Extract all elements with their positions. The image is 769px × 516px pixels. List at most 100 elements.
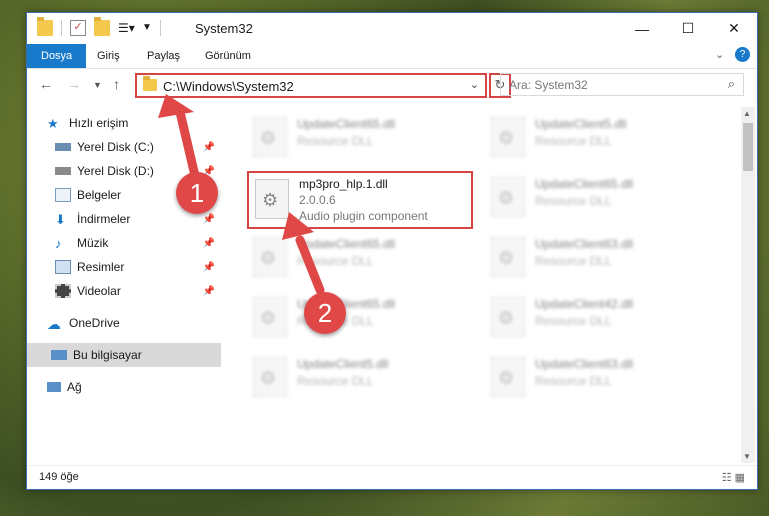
list-item-selected[interactable]: mp3pro_hlp.1.dll 2.0.0.6 Audio plugin co…: [247, 171, 473, 229]
network-icon: [47, 382, 61, 392]
file-description: Resource DLL: [535, 194, 612, 208]
pin-icon[interactable]: 📌: [203, 286, 215, 297]
file-description: Resource DLL: [297, 134, 374, 148]
nav-item-onedrive[interactable]: ☁ OneDrive: [47, 311, 241, 335]
list-item[interactable]: UpdateClient65.dll Resource DLL: [247, 111, 477, 167]
navigation-pane: ★ Hızlı erişim Yerel Disk (C:) 📌 Yerel D…: [27, 105, 221, 465]
drive-icon: [55, 167, 71, 175]
recent-locations-icon[interactable]: ▼: [93, 80, 102, 90]
file-name: UpdateClient63.dll: [535, 357, 634, 371]
dll-file-icon: [253, 237, 287, 277]
back-arrow-icon[interactable]: ←: [39, 76, 53, 92]
view-toggle-icons[interactable]: ☷ ▦: [722, 471, 745, 484]
star-icon: ★: [47, 116, 59, 131]
list-item[interactable]: UpdateClient65.dll Resource DLL: [247, 231, 477, 287]
pin-icon[interactable]: 📌: [203, 214, 215, 225]
tab-view[interactable]: Görünüm: [195, 44, 261, 68]
dll-file-icon: [491, 237, 525, 277]
search-placeholder: Ara: System32: [509, 78, 588, 92]
music-icon: ♪: [55, 236, 62, 251]
file-name: UpdateClient5.dll: [297, 357, 389, 371]
pin-icon[interactable]: 📌: [203, 142, 215, 153]
properties-icon[interactable]: ✓: [70, 20, 86, 36]
file-list: UpdateClient65.dll Resource DLL UpdateCl…: [227, 105, 737, 465]
folder-icon[interactable]: [37, 17, 53, 36]
download-icon: ⬇: [55, 212, 66, 227]
list-item[interactable]: UpdateClient42.dll Resource DLL: [485, 291, 715, 347]
search-icon[interactable]: ⌕: [728, 76, 735, 92]
nav-item-label: Yerel Disk (C:): [77, 140, 154, 154]
file-description: Resource DLL: [297, 374, 374, 388]
file-version: 2.0.0.6: [299, 193, 336, 207]
chevron-down-icon[interactable]: ▼: [142, 20, 152, 36]
ribbon-expand-icon[interactable]: ⌄: [715, 48, 724, 61]
up-arrow-icon[interactable]: ↑: [113, 76, 120, 92]
scroll-thumb[interactable]: [743, 123, 753, 171]
step-badge-1: 1: [176, 172, 218, 214]
step-badge-2: 2: [304, 292, 346, 334]
chevron-down-icon[interactable]: ⌄: [470, 78, 479, 91]
dll-file-icon: [255, 179, 289, 219]
file-name: UpdateClient42.dll: [535, 297, 634, 311]
minimize-button[interactable]: —: [619, 13, 665, 44]
list-item[interactable]: UpdateClient5.dll Resource DLL: [485, 111, 715, 167]
close-button[interactable]: ✕: [711, 13, 757, 44]
nav-item-label: Yerel Disk (D:): [77, 164, 154, 178]
file-name: mp3pro_hlp.1.dll: [299, 177, 388, 191]
tab-file[interactable]: Dosya: [27, 44, 87, 68]
item-count: 149 öğe: [39, 471, 79, 483]
window-title: System32: [195, 21, 253, 36]
status-bar: 149 öğe ☷ ▦: [27, 465, 757, 489]
nav-item-label: İndirmeler: [77, 212, 131, 226]
cloud-icon: ☁: [47, 316, 61, 332]
scroll-down-icon[interactable]: ▼: [743, 452, 751, 461]
nav-item-label: Bu bilgisayar: [73, 348, 142, 362]
file-description: Resource DLL: [535, 254, 612, 268]
nav-item-label: Belgeler: [77, 188, 122, 202]
nav-item-label: Müzik: [77, 236, 109, 250]
list-item[interactable]: UpdateClient5.dll Resource DLL: [247, 351, 477, 407]
file-description: Audio plugin component: [299, 209, 428, 223]
list-item[interactable]: UpdateClient63.dll Resource DLL: [485, 351, 715, 407]
video-icon: [55, 284, 71, 298]
documents-icon: [55, 188, 71, 202]
title-bar: ✓ ☰▾ ▼ System32 — ☐ ✕: [27, 13, 757, 44]
list-item[interactable]: UpdateClient65.dll Resource DLL: [485, 171, 715, 227]
list-item[interactable]: UpdateClient63.dll Resource DLL: [485, 231, 715, 287]
nav-item-network[interactable]: Ağ: [47, 375, 241, 399]
file-description: Resource DLL: [535, 314, 612, 328]
dll-file-icon: [491, 117, 525, 157]
nav-item-label: Resimler: [77, 260, 125, 274]
tab-share[interactable]: Paylaş: [137, 44, 190, 68]
customize-toolbar-icon[interactable]: ☰▾: [118, 20, 135, 36]
scroll-up-icon[interactable]: ▲: [743, 109, 751, 118]
nav-item-pictures[interactable]: Resimler 📌: [55, 255, 221, 279]
nav-item-music[interactable]: ♪ Müzik 📌: [55, 231, 221, 255]
forward-arrow-icon[interactable]: →: [67, 76, 81, 92]
nav-item-quick-access[interactable]: ★ Hızlı erişim: [47, 111, 241, 135]
help-icon[interactable]: ?: [735, 47, 750, 62]
new-folder-icon[interactable]: [94, 17, 110, 36]
nav-item-videos[interactable]: Videolar 📌: [55, 279, 221, 303]
nav-item-drive-c[interactable]: Yerel Disk (C:) 📌: [55, 135, 221, 159]
dll-file-icon: [491, 177, 525, 217]
nav-item-label: Videolar: [77, 284, 121, 298]
dll-file-icon: [253, 357, 287, 397]
tab-home[interactable]: Giriş: [87, 44, 130, 68]
pin-icon[interactable]: 📌: [203, 238, 215, 249]
toolbar-divider: [61, 20, 62, 36]
nav-item-this-pc[interactable]: Bu bilgisayar: [27, 343, 221, 367]
address-row: ← → ▼ ↑ C:\Windows\System32 ⌄ ↻ Ara: Sys…: [27, 68, 757, 104]
file-description: Resource DLL: [535, 374, 612, 388]
file-description: Resource DLL: [297, 254, 374, 268]
vertical-scrollbar[interactable]: ▲ ▼: [741, 107, 755, 463]
nav-item-label: Ağ: [67, 380, 82, 394]
list-item[interactable]: UpdateClient65.dll Resource DLL: [247, 291, 477, 347]
dll-file-icon: [491, 357, 525, 397]
maximize-button[interactable]: ☐: [665, 13, 711, 44]
search-input[interactable]: Ara: System32 ⌕: [500, 73, 744, 96]
address-bar[interactable]: C:\Windows\System32 ⌄: [135, 73, 487, 98]
dll-file-icon: [491, 297, 525, 337]
pin-icon[interactable]: 📌: [203, 262, 215, 273]
folder-icon: [143, 76, 157, 91]
